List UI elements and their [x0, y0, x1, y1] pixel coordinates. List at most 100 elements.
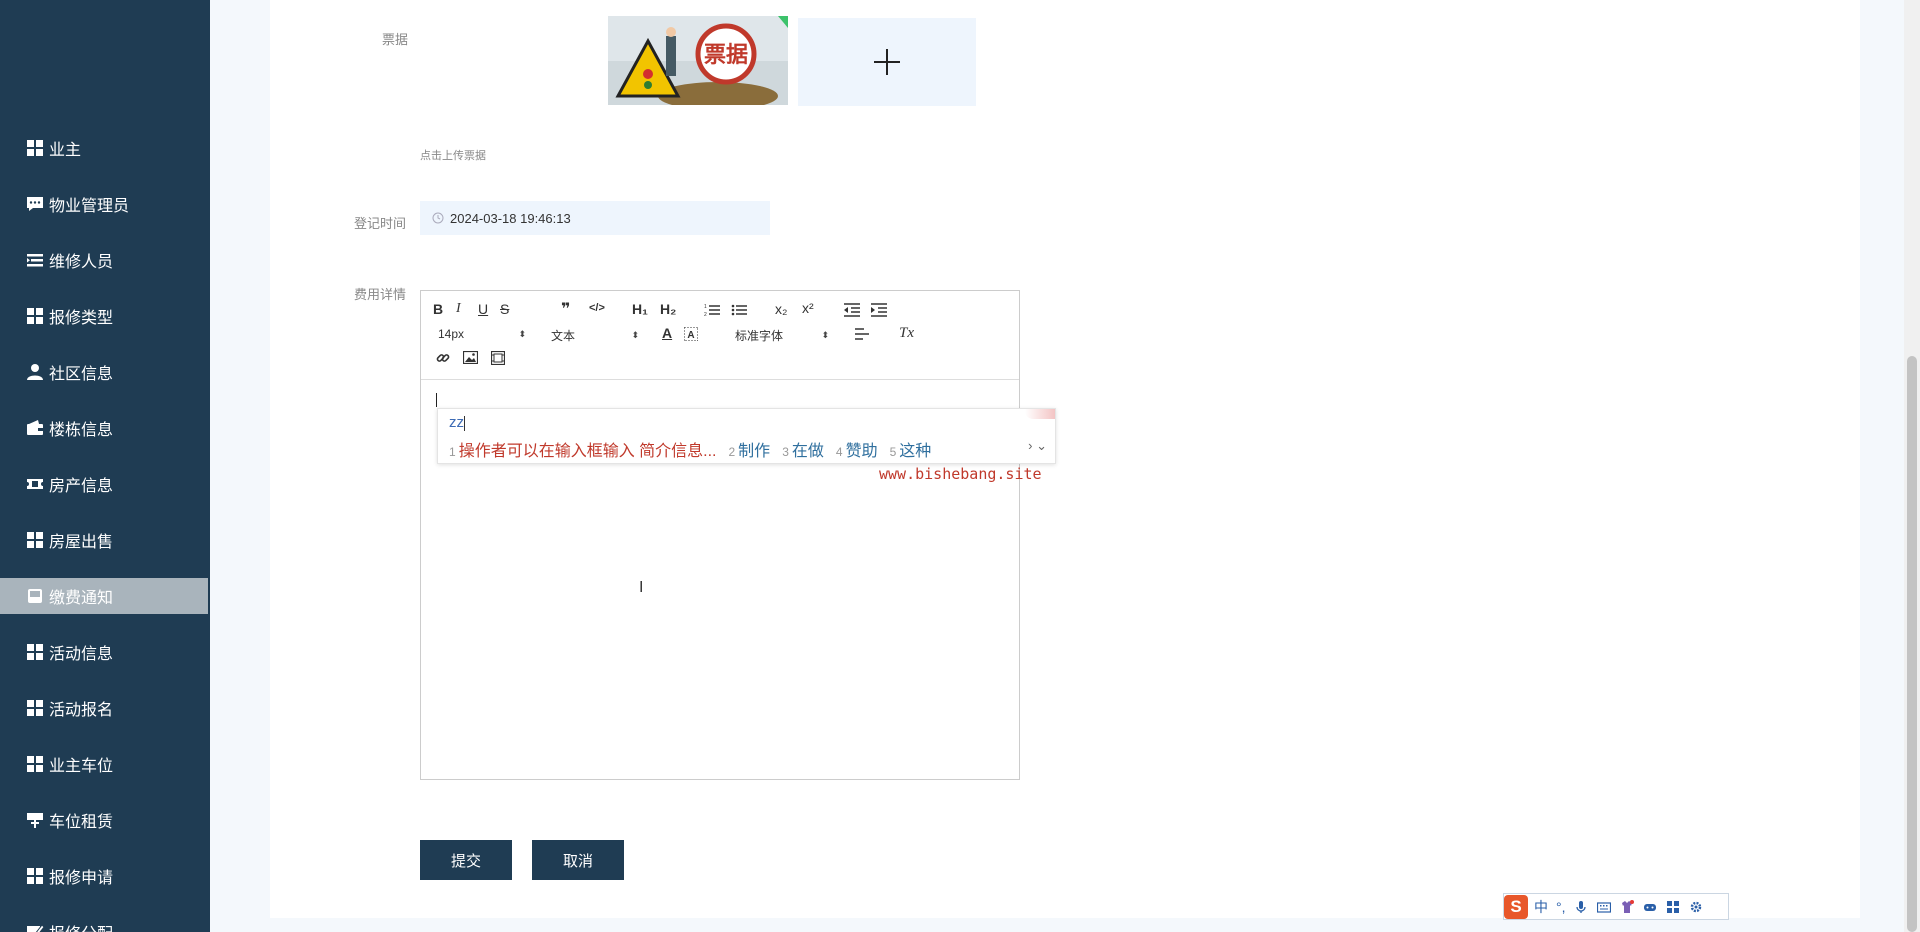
clear-format-button[interactable]: Tx: [899, 325, 914, 342]
grid-icon: [26, 867, 44, 885]
ime-candidate-popup: zz 1 操作者可以在输入框输入 简介信息... 2 制作 3 在做 4 赞助 5 这种 › ⌄: [437, 408, 1056, 464]
receipt-thumbnail[interactable]: 票据: [608, 16, 788, 105]
align-button[interactable]: [855, 328, 869, 340]
sidebar-item-7[interactable]: 房屋出售: [0, 522, 208, 558]
underline-button[interactable]: U: [478, 301, 488, 317]
ime-candidate-list: 1 操作者可以在输入框输入 简介信息... 2 制作 3 在做 4 赞助 5 这种: [449, 437, 943, 461]
sidebar-item-4[interactable]: 社区信息: [0, 354, 208, 390]
select-arrows-icon: ⬍: [518, 328, 526, 339]
ime-candidate[interactable]: 3 在做: [782, 437, 824, 461]
sidebar-item-8[interactable]: 缴费通知: [0, 578, 208, 614]
ime-punctuation-toggle[interactable]: °,: [1556, 899, 1566, 915]
sidebar-item-label: 报修类型: [49, 310, 114, 327]
upload-hint: 点击上传票据: [420, 150, 486, 162]
upload-receipt-button[interactable]: [798, 18, 976, 106]
microphone-icon[interactable]: [1574, 900, 1588, 914]
sidebar-item-label: 社区信息: [49, 366, 114, 383]
sidebar-item-label: 维修人员: [49, 254, 114, 271]
register-time-field[interactable]: 2024-03-18 19:46:13: [420, 201, 770, 235]
cancel-button[interactable]: 取消: [532, 840, 624, 880]
receipt-label: 票据: [382, 32, 409, 47]
code-button[interactable]: </>: [589, 302, 605, 314]
outdent-icon: [844, 303, 860, 317]
ime-language-toggle[interactable]: 中: [1534, 897, 1548, 917]
sidebar-item-6[interactable]: 房产信息: [0, 466, 208, 502]
sidebar-item-10[interactable]: 活动报名: [0, 690, 208, 726]
heading2-button[interactable]: H₂: [660, 301, 676, 317]
grid-icon: [26, 307, 44, 325]
ime-candidate-text: 制作: [738, 443, 771, 460]
ordered-list-icon: 12: [704, 304, 720, 317]
image-button[interactable]: [463, 351, 478, 364]
subscript-button[interactable]: x₂: [775, 301, 787, 317]
sidebar-item-11[interactable]: 业主车位: [0, 746, 208, 782]
ordered-list-button[interactable]: 12: [704, 303, 720, 317]
ime-candidate-text: 操作者可以在输入框输入 简介信息...: [458, 443, 717, 460]
plus-icon: [874, 49, 900, 75]
sidebar-item-12[interactable]: 车位租赁: [0, 802, 208, 838]
superscript-button[interactable]: x²: [802, 300, 814, 316]
strike-button[interactable]: S: [500, 301, 509, 317]
sogou-logo-icon[interactable]: S: [1504, 894, 1528, 919]
register-time-value: 2024-03-18 19:46:13: [450, 210, 571, 226]
select-arrows-icon: ⬍: [631, 330, 639, 340]
link-button[interactable]: [436, 351, 450, 365]
heading-value: 文本: [551, 329, 576, 343]
indent-button[interactable]: [871, 303, 887, 317]
sidebar: 业主物业管理员维修人员报修类型社区信息楼栋信息房产信息房屋出售缴费通知活动信息活…: [0, 0, 210, 932]
font-size-value: 14px: [438, 327, 465, 341]
sidebar-item-14[interactable]: 报修分配: [0, 914, 208, 932]
svg-text:1: 1: [704, 304, 707, 310]
sidebar-item-label: 物业管理员: [49, 198, 130, 215]
sidebar-item-9[interactable]: 活动信息: [0, 634, 208, 670]
skin-icon[interactable]: [1620, 899, 1634, 914]
text-caret: [436, 393, 437, 407]
ime-candidate[interactable]: 2 制作: [728, 437, 770, 461]
sidebar-item-3[interactable]: 报修类型: [0, 298, 208, 334]
heading1-button[interactable]: H₁: [632, 301, 648, 317]
page-scrollbar[interactable]: [1904, 0, 1920, 932]
gamepad-icon[interactable]: [1643, 900, 1657, 914]
receipt-image-text: 票据: [704, 43, 748, 68]
ime-candidate-text: 赞助: [845, 443, 878, 460]
grid-icon: [26, 139, 44, 157]
background-color-button[interactable]: A: [684, 327, 698, 341]
font-family-select[interactable]: 标准字体 ⬍: [735, 327, 829, 344]
ime-candidate[interactable]: 5 这种: [890, 437, 932, 461]
sidebar-item-label: 车位租赁: [49, 814, 114, 831]
inbox-icon: [26, 587, 44, 605]
blockquote-button[interactable]: ❞: [561, 299, 570, 319]
ime-candidate[interactable]: 4 赞助: [836, 437, 878, 461]
video-button[interactable]: [491, 351, 505, 365]
ime-page-nav[interactable]: › ⌄: [1028, 438, 1047, 454]
keyboard-icon[interactable]: [1596, 900, 1611, 914]
toolbox-grid-icon[interactable]: [1666, 900, 1680, 914]
font-family-value: 标准字体: [735, 329, 784, 343]
sidebar-item-label: 房屋出售: [49, 534, 114, 551]
user-icon: [26, 363, 44, 381]
font-size-select[interactable]: 14px ⬍: [438, 327, 526, 341]
sidebar-item-5[interactable]: 楼栋信息: [0, 410, 208, 446]
grid-icon: [26, 643, 44, 661]
italic-button[interactable]: I: [456, 301, 461, 317]
submit-button[interactable]: 提交: [420, 840, 512, 880]
sidebar-item-label: 报修分配: [49, 920, 113, 932]
sidebar-item-2[interactable]: 维修人员: [0, 242, 208, 278]
align-left-icon: [855, 328, 869, 340]
ime-candidate[interactable]: 1 操作者可以在输入框输入 简介信息...: [449, 437, 716, 461]
bullet-list-button[interactable]: [731, 303, 747, 317]
image-icon: [463, 351, 478, 364]
sidebar-item-1[interactable]: 物业管理员: [0, 186, 208, 222]
grid-icon: [26, 755, 44, 773]
scrollbar-thumb[interactable]: [1907, 356, 1917, 932]
sidebar-item-label: 缴费通知: [49, 590, 114, 607]
bold-button[interactable]: B: [433, 301, 443, 317]
svg-text:A: A: [687, 330, 694, 341]
outdent-button[interactable]: [844, 303, 860, 317]
heading-select[interactable]: 文本 ⬍: [551, 327, 639, 344]
text-color-button[interactable]: A: [662, 325, 672, 341]
sidebar-item-13[interactable]: 报修申请: [0, 858, 208, 894]
settings-icon[interactable]: [1689, 900, 1703, 914]
receipt-image: 票据: [608, 16, 788, 105]
sidebar-item-0[interactable]: 业主: [0, 130, 208, 166]
